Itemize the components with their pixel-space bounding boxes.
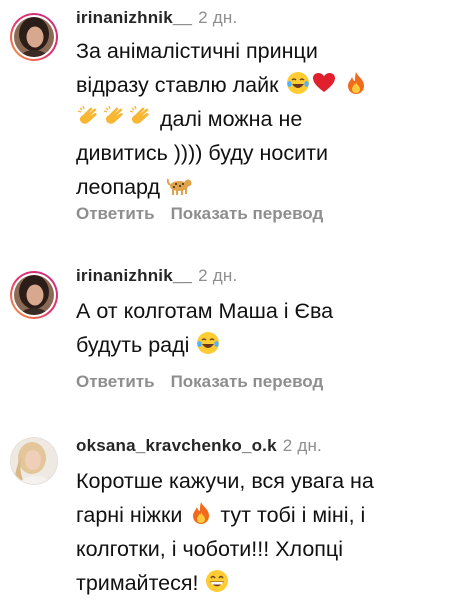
comment-username[interactable]: oksana_kravchenko_o.k 2 дн. <box>76 436 322 456</box>
comment-line: За анімалістичні принци <box>76 39 318 63</box>
comment-line: А от колготам Маша і Єва <box>76 299 334 323</box>
comment-item: irinanizhnik__ 2 дн. За анімалістичні при… <box>0 0 469 232</box>
profile-photo-icon <box>10 271 58 319</box>
profile-photo-icon <box>10 437 58 485</box>
username-text[interactable]: irinanizhnik__ <box>76 8 192 27</box>
comment-line: Коротше кажучи, вся увага на <box>76 469 374 493</box>
comment-line: далі можна не <box>76 102 466 136</box>
profile-photo-icon <box>10 13 58 61</box>
comment-timestamp: 2 дн. <box>282 436 322 455</box>
comment-line: колготки, і чоботи!!! Хлопці <box>76 537 344 561</box>
comment-text: Коротше кажучи, вся увага на гарні ніжки… <box>76 464 466 600</box>
fire-emoji <box>193 502 210 524</box>
comment-item: irinanizhnik__ 2 дн. А от колготам Маша і… <box>0 258 469 408</box>
avatar[interactable] <box>9 12 59 62</box>
reply-button[interactable]: Ответить <box>76 372 155 391</box>
comment-line: відразу ставлю лайк <box>76 68 466 102</box>
comment-actions: Ответить Показать перевод <box>76 204 323 224</box>
comment-actions: Ответить Показать перевод <box>76 372 323 392</box>
tears-of-joy-emoji <box>286 72 309 94</box>
show-translation-button[interactable]: Показать перевод <box>171 372 324 391</box>
show-translation-button[interactable]: Показать перевод <box>171 204 324 223</box>
comment-line: гарні ніжки тут тобі і міні, і <box>76 502 366 527</box>
avatar[interactable] <box>9 436 59 486</box>
comment-line: дивитись )))) буду носити <box>76 141 328 165</box>
comment-line: леопард <box>76 170 466 204</box>
clapping-hands-emoji <box>129 105 149 124</box>
comment-text: За анімалістичні принци відразу ставлю л… <box>76 34 466 204</box>
clapping-hands-emoji <box>103 105 123 124</box>
grinning-face-emoji <box>206 570 229 592</box>
red-heart-emoji <box>312 73 335 92</box>
comment-username[interactable]: irinanizhnik__ 2 дн. <box>76 266 237 286</box>
comment-timestamp: 2 дн. <box>198 266 238 285</box>
clapping-hands-emoji <box>77 105 97 124</box>
username-text[interactable]: irinanizhnik__ <box>76 266 192 285</box>
reply-button[interactable]: Ответить <box>76 204 155 223</box>
comment-line: тримайтеся! <box>76 566 466 600</box>
fire-emoji <box>347 72 364 94</box>
comment-username[interactable]: irinanizhnik__ 2 дн. <box>76 8 237 28</box>
avatar[interactable] <box>9 270 59 320</box>
username-text[interactable]: oksana_kravchenko_o.k <box>76 436 277 455</box>
comment-timestamp: 2 дн. <box>198 8 238 27</box>
comment-text: А от колготам Маша і Єва будуть раді <box>76 294 466 362</box>
leopard-emoji <box>167 178 192 195</box>
comment-item: oksana_kravchenko_o.k 2 дн. Коротше кажуч… <box>0 424 469 600</box>
tears-of-joy-emoji <box>197 332 220 354</box>
comment-line: будуть раді <box>76 328 466 362</box>
